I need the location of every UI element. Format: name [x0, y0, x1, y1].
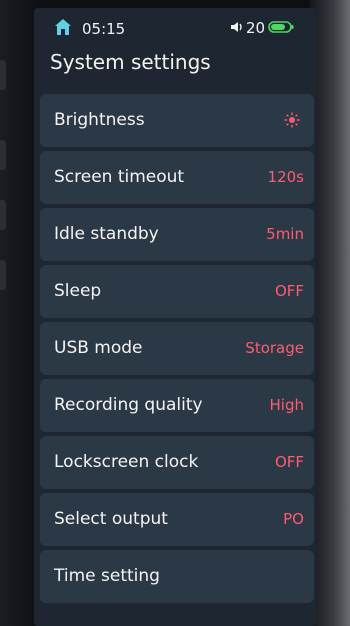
side-button[interactable] [0, 260, 6, 290]
setting-value: 120s [267, 168, 304, 186]
setting-label: Screen timeout [54, 167, 185, 187]
status-bar: 05:15 20 [34, 8, 316, 44]
setting-label: Lockscreen clock [54, 452, 199, 472]
setting-screen-timeout[interactable]: Screen timeout 120s [40, 151, 314, 204]
setting-label: Idle standby [54, 224, 159, 244]
setting-value: PO [283, 510, 304, 528]
setting-recording-quality[interactable]: Recording quality High [40, 379, 314, 432]
side-button[interactable] [0, 140, 6, 170]
device-edge [310, 0, 350, 626]
device-bezel: 05:15 20 System settings Brightness Scre… [0, 0, 350, 626]
setting-value: OFF [274, 453, 304, 471]
setting-label: Sleep [54, 281, 102, 301]
battery-icon [268, 21, 294, 33]
screen: 05:15 20 System settings Brightness Scre… [34, 8, 316, 626]
setting-label: Select output [54, 509, 168, 529]
setting-label: Recording quality [54, 395, 203, 415]
setting-sleep[interactable]: Sleep OFF [40, 265, 314, 318]
side-button[interactable] [0, 60, 6, 90]
volume-level: 20 [246, 19, 266, 37]
setting-value: High [269, 396, 304, 414]
setting-label: Time setting [54, 566, 160, 586]
setting-select-output[interactable]: Select output PO [40, 493, 314, 546]
setting-brightness[interactable]: Brightness [40, 94, 314, 147]
setting-lockscreen-clock[interactable]: Lockscreen clock OFF [40, 436, 314, 489]
settings-list: Brightness Screen timeout 120s Idle stan… [40, 94, 314, 607]
setting-label: USB mode [54, 338, 143, 358]
speaker-icon [231, 22, 242, 32]
home-icon[interactable] [54, 18, 72, 36]
status-time: 05:15 [82, 20, 126, 38]
setting-usb-mode[interactable]: USB mode Storage [40, 322, 314, 375]
brightness-icon [284, 112, 300, 128]
setting-value: 5min [266, 225, 304, 243]
page-title: System settings [50, 50, 211, 74]
setting-idle-standby[interactable]: Idle standby 5min [40, 208, 314, 261]
setting-value: Storage [245, 339, 304, 357]
setting-value: OFF [274, 282, 304, 300]
setting-label: Brightness [54, 110, 145, 130]
side-button[interactable] [0, 200, 6, 230]
setting-time-setting[interactable]: Time setting [40, 550, 314, 603]
